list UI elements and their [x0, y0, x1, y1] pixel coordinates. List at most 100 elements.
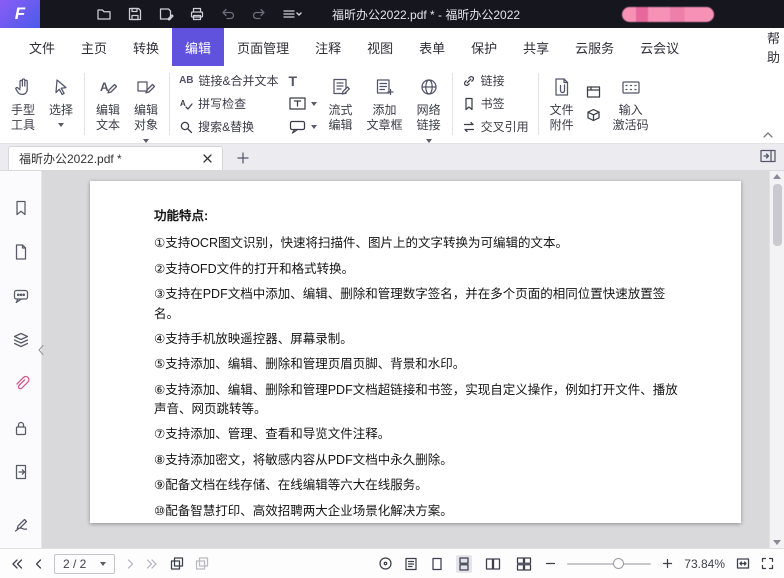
zoom-out-button[interactable] — [545, 558, 556, 569]
doc-line[interactable]: ④支持手机放映遥控器、屏幕录制。 — [154, 330, 681, 349]
edit-object-label: 编辑 对象 — [134, 103, 158, 134]
redo-icon[interactable] — [251, 6, 267, 22]
add-article-box-label: 添加 文章框 — [367, 103, 403, 134]
prev-view-button[interactable] — [170, 557, 184, 570]
save-as-icon[interactable] — [158, 6, 174, 22]
document-tab[interactable]: 福昕办公2022.pdf * — [8, 146, 223, 170]
bookmark-button[interactable]: 书签 — [460, 94, 531, 114]
page-thumbnails-panel-icon[interactable] — [12, 243, 30, 261]
right-panel-toggle[interactable] — [760, 149, 776, 163]
text-box-button[interactable] — [287, 94, 319, 114]
collapse-ribbon-button[interactable] — [762, 131, 774, 139]
document-viewport[interactable]: 功能特点: ①支持OCR图文识别，快速将扫描件、图片上的文字转换为可编辑的文本。… — [42, 171, 769, 548]
tab-protect[interactable]: 保护 — [458, 28, 510, 66]
facing-view-icon[interactable] — [483, 555, 503, 573]
web-link-button[interactable]: 网络 链接 — [410, 69, 448, 139]
single-page-view-icon[interactable] — [429, 555, 445, 573]
search-replace-button[interactable]: 搜索&替换 — [177, 117, 280, 137]
activation-code-button[interactable]: 输入 激活码 — [606, 69, 656, 139]
continuous-view-icon[interactable] — [456, 555, 472, 573]
page-dropdown-caret — [100, 562, 106, 566]
statusbar: 2 / 2 73.84% — [0, 548, 784, 578]
doc-line[interactable]: ①支持OCR图文识别，快速将扫描件、图片上的文字转换为可编辑的文本。 — [154, 234, 681, 253]
destinations-panel-icon[interactable] — [12, 463, 30, 481]
doc-heading[interactable]: 功能特点: — [154, 207, 681, 226]
tab-help-clipped[interactable]: 帮助 — [763, 28, 784, 66]
doc-line[interactable]: ⑥支持添加、编辑、删除和管理PDF文档超链接和书签，实现自定义操作，例如打开文件… — [154, 381, 681, 420]
flow-edit-button[interactable]: 流式 编辑 — [322, 69, 360, 139]
spell-check-button[interactable]: A 拼写检查 — [177, 94, 280, 114]
browser-plugin-button[interactable] — [584, 82, 603, 102]
select-dropdown-caret — [58, 123, 64, 127]
tab-convert[interactable]: 转换 — [120, 28, 172, 66]
activation-code-label: 输入 激活码 — [613, 103, 649, 134]
new-tab-button[interactable] — [237, 152, 249, 164]
doc-line[interactable]: ⑤支持添加、编辑、删除和管理页眉页脚、背景和水印。 — [154, 355, 681, 374]
fullscreen-icon[interactable] — [761, 557, 774, 570]
open-file-icon[interactable] — [96, 6, 112, 22]
collapse-sidebar-handle[interactable] — [37, 344, 45, 356]
add-article-box-button[interactable]: 添加 文章框 — [360, 69, 410, 139]
zoom-slider-thumb[interactable] — [613, 558, 624, 569]
edit-text-button[interactable]: A 编辑 文本 — [89, 69, 127, 139]
doc-line[interactable]: ⑦支持添加、管理、查看和导览文件注释。 — [154, 425, 681, 444]
link-button[interactable]: 链接 — [460, 71, 531, 91]
signature-tool-icon[interactable] — [12, 516, 30, 534]
scroll-up-arrow[interactable] — [773, 174, 781, 179]
hand-tool-button[interactable]: 手型 工具 — [4, 69, 42, 139]
tab-home[interactable]: 主页 — [68, 28, 120, 66]
text-box-dropdown-caret — [311, 102, 317, 106]
tab-cloud-service[interactable]: 云服务 — [562, 28, 627, 66]
tab-file[interactable]: 文件 — [16, 28, 68, 66]
security-panel-icon[interactable] — [12, 419, 30, 437]
actual-size-icon[interactable] — [378, 556, 393, 571]
reading-mode-icon[interactable] — [404, 557, 418, 571]
tab-share[interactable]: 共享 — [510, 28, 562, 66]
doc-line[interactable]: ⑧支持添加密文，将敏感内容从PDF文档中永久删除。 — [154, 451, 681, 470]
edit-object-button[interactable]: 编辑 对象 — [127, 69, 165, 139]
add-text-button[interactable]: T — [287, 71, 319, 91]
scrollbar-thumb[interactable] — [773, 184, 782, 246]
app-logo[interactable]: F — [0, 0, 40, 28]
tab-edit[interactable]: 编辑 — [172, 28, 224, 66]
fit-width-icon[interactable] — [736, 557, 750, 570]
doc-line[interactable]: ②支持OFD文件的打开和格式转换。 — [154, 260, 681, 279]
comments-panel-icon[interactable] — [12, 287, 30, 305]
doc-line[interactable]: ③支持在PDF文档中添加、编辑、删除和管理数字签名，并在多个页面的相同位置快速放… — [154, 285, 681, 324]
link-merge-label: 链接&合并文本 — [199, 72, 279, 89]
scroll-down-arrow[interactable] — [773, 540, 781, 545]
undo-icon[interactable] — [220, 6, 236, 22]
tab-view[interactable]: 视图 — [354, 28, 406, 66]
document-tab-label: 福昕办公2022.pdf * — [19, 150, 122, 167]
close-tab-icon[interactable] — [203, 154, 212, 163]
prev-page-button[interactable] — [34, 558, 43, 570]
last-page-button[interactable] — [146, 558, 159, 570]
tab-form[interactable]: 表单 — [406, 28, 458, 66]
file-attachment-button[interactable]: 文件 附件 — [543, 69, 581, 139]
search-icon — [179, 120, 193, 134]
vertical-scrollbar[interactable] — [769, 171, 784, 548]
customize-toolbar-icon[interactable] — [282, 6, 302, 22]
tab-page-management[interactable]: 页面管理 — [224, 28, 302, 66]
bookmarks-panel-icon[interactable] — [12, 199, 30, 217]
link-merge-text-button[interactable]: AB 链接&合并文本 — [177, 71, 280, 91]
first-page-button[interactable] — [10, 558, 23, 570]
attachments-panel-icon[interactable] — [12, 375, 30, 393]
doc-line[interactable]: ⑩配备智慧打印、高效招聘两大企业场景化解决方案。 — [154, 502, 681, 521]
callout-button[interactable] — [287, 117, 319, 137]
zoom-slider[interactable] — [567, 563, 651, 565]
doc-line[interactable]: ⑨配备文档在线存储、在线编辑等六大在线服务。 — [154, 476, 681, 495]
package-button[interactable] — [584, 105, 603, 125]
page-number-box[interactable]: 2 / 2 — [54, 554, 115, 574]
cross-reference-button[interactable]: 交叉引用 — [460, 117, 531, 137]
facing-continuous-view-icon[interactable] — [514, 555, 534, 573]
next-view-button[interactable] — [195, 557, 209, 570]
zoom-in-button[interactable] — [662, 558, 673, 569]
tab-comment[interactable]: 注释 — [302, 28, 354, 66]
layers-panel-icon[interactable] — [12, 331, 30, 349]
print-icon[interactable] — [189, 6, 205, 22]
tab-cloud-meeting[interactable]: 云会议 — [627, 28, 692, 66]
next-page-button[interactable] — [126, 558, 135, 570]
save-icon[interactable] — [127, 6, 143, 22]
select-tool-button[interactable]: 选择 — [42, 69, 80, 139]
